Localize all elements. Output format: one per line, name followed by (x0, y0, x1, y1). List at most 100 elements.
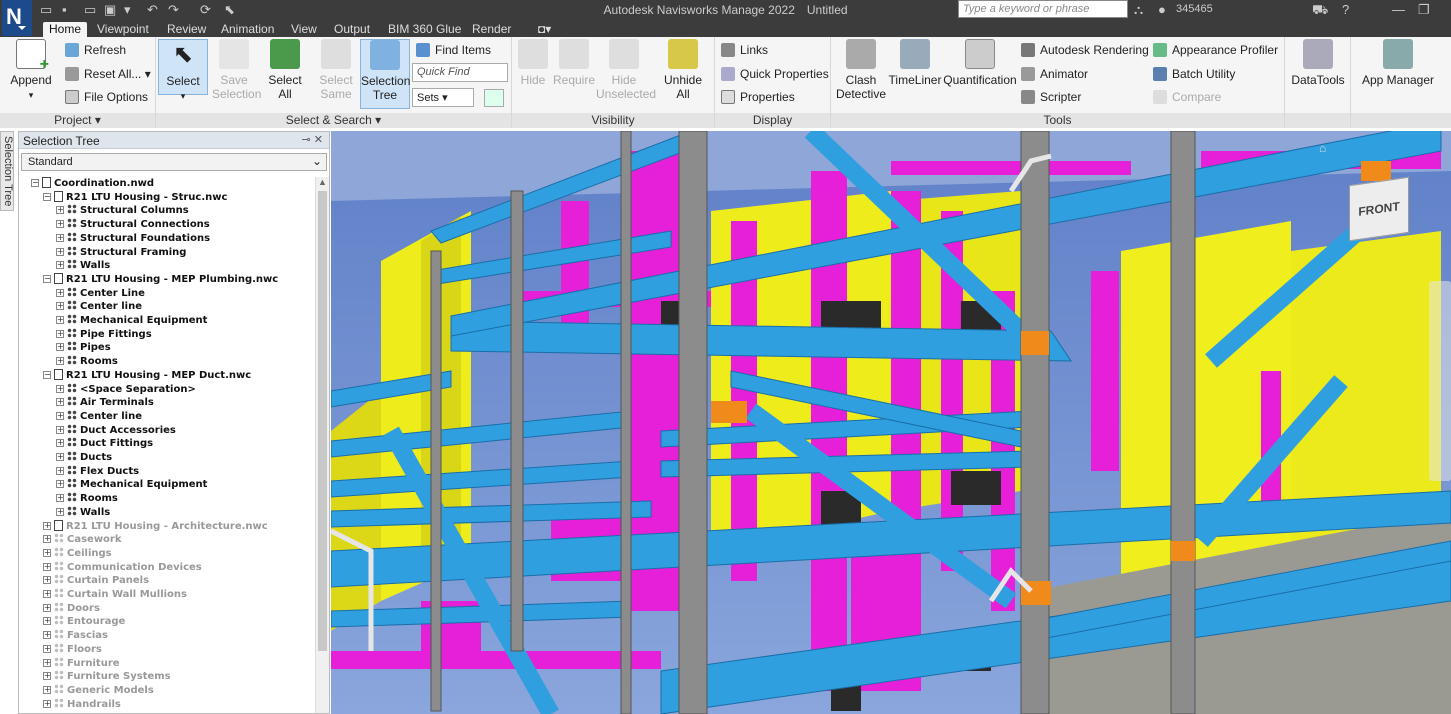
reset-all-button[interactable]: Reset All... ▾ (65, 67, 151, 81)
unhide-all-button[interactable]: Unhide All (658, 39, 708, 101)
tree-layer-item[interactable]: + Structural Framing (56, 245, 186, 260)
tab-review[interactable]: Review (161, 22, 212, 37)
expand-icon[interactable]: + (56, 302, 64, 311)
app-menu-button[interactable]: N (2, 0, 32, 36)
options-icon[interactable]: ▾ (124, 2, 131, 18)
navigation-bar[interactable] (1429, 281, 1451, 481)
expand-icon[interactable]: + (43, 631, 51, 640)
tab-home[interactable]: Home (43, 22, 88, 37)
append-button[interactable]: + Append ▾ (6, 39, 56, 102)
timeliner-button[interactable]: TimeLiner (887, 39, 943, 87)
tab-viewpoint[interactable]: Viewpoint (91, 22, 155, 37)
expand-icon[interactable]: + (43, 590, 51, 598)
tree-layer-item[interactable]: + Fascias (43, 629, 108, 643)
save-icon[interactable]: ▪ (62, 2, 67, 17)
select-button[interactable]: ⬉ Select ▾ (158, 39, 208, 101)
refresh-icon[interactable]: ⟳ (200, 2, 211, 18)
sets-dropdown[interactable]: Sets ▾ (412, 88, 474, 107)
user-id[interactable]: 345465 (1176, 3, 1213, 15)
tree-layer-item[interactable]: + Furniture (43, 656, 120, 671)
scroll-thumb[interactable] (318, 191, 327, 651)
expand-icon[interactable]: + (43, 644, 51, 653)
scroll-up-icon[interactable]: ▲ (318, 177, 327, 187)
require-button[interactable]: Require (552, 39, 596, 87)
expand-icon[interactable]: + (56, 220, 64, 229)
tree-layer-item[interactable]: + Mechanical Equipment (56, 478, 207, 492)
collapse-icon[interactable]: − (43, 274, 51, 283)
compare-button[interactable]: Compare (1153, 90, 1221, 104)
tree-layer-item[interactable]: + Structural Foundations (56, 231, 210, 246)
tree-layer-item[interactable]: + Duct Fittings (56, 437, 153, 451)
tree-layer-item[interactable]: + Center line (56, 409, 142, 424)
minimize-icon[interactable]: — (1392, 2, 1405, 17)
viewcube[interactable]: FRONT (1349, 176, 1409, 242)
expand-icon[interactable]: + (56, 261, 64, 270)
scripter-button[interactable]: Scripter (1021, 90, 1081, 104)
tree-layer-item[interactable]: + Floors (43, 642, 102, 657)
tree-layer-item[interactable]: + Curtain Panels (43, 574, 149, 588)
redo-icon[interactable]: ↷ (168, 2, 179, 18)
expand-icon[interactable]: + (56, 439, 64, 448)
selection-tree-side-tab[interactable]: Selection Tree (0, 131, 14, 211)
tree-layer-item[interactable]: + Rooms (56, 492, 118, 506)
help-search-input[interactable]: Type a keyword or phrase (958, 0, 1128, 18)
tree-layer-item[interactable]: + Casework (43, 533, 122, 547)
3d-viewport[interactable]: ⌂ FRONT (331, 131, 1451, 714)
expand-icon[interactable]: + (56, 247, 64, 256)
tree-layer-item[interactable]: + Ducts (56, 451, 112, 465)
panel-title-project[interactable]: Project ▾ (0, 113, 155, 128)
collapse-icon[interactable]: − (31, 179, 39, 187)
tree-layer-item[interactable]: + Walls (56, 259, 110, 273)
expand-icon[interactable]: + (56, 384, 64, 393)
tree-layer-item[interactable]: + Flex Ducts (56, 464, 139, 479)
manage-sets-icon[interactable] (484, 89, 504, 107)
expand-icon[interactable]: + (56, 316, 64, 324)
ribbon-options-icon[interactable]: ◘▾ (532, 22, 557, 37)
tree-layer-item[interactable]: + Handrails (43, 697, 121, 712)
tree-file-item[interactable]: − R21 LTU Housing - MEP Duct.nwc (43, 368, 251, 383)
expand-icon[interactable]: + (56, 494, 64, 503)
tree-layer-item[interactable]: + Ceilings (43, 546, 112, 561)
properties-button[interactable]: Properties (721, 90, 795, 104)
tree-layer-item[interactable]: + Curtain Wall Mullions (43, 588, 187, 602)
tree-layer-item[interactable]: + Communication Devices (43, 560, 202, 575)
undo-back-icon[interactable]: ▭ (84, 2, 96, 18)
undo-icon[interactable]: ↶ (147, 2, 158, 18)
expand-icon[interactable]: + (56, 233, 64, 242)
selection-tree-button[interactable]: Selection Tree (360, 39, 410, 109)
panel-title-select-search[interactable]: Select & Search ▾ (156, 113, 511, 128)
home-icon[interactable]: ⌂ (1319, 141, 1326, 155)
tab-output[interactable]: Output (328, 22, 376, 37)
user-icon[interactable]: ● (1158, 2, 1166, 17)
collapse-icon[interactable]: − (43, 192, 51, 201)
save-selection-button[interactable]: Save Selection (212, 39, 261, 101)
links-button[interactable]: Links (721, 43, 768, 57)
expand-icon[interactable]: + (56, 398, 64, 407)
expand-icon[interactable]: + (43, 576, 51, 585)
select-all-button[interactable]: Select All (260, 39, 310, 101)
tree-file-item[interactable]: − Coordination.nwd (31, 177, 154, 191)
tree-layer-item[interactable]: + Generic Models (43, 683, 154, 698)
tree-layer-item[interactable]: + Air Terminals (56, 396, 154, 410)
binoculars-icon[interactable]: ⛬ (1134, 2, 1143, 18)
select-same-button[interactable]: Select Same (314, 39, 358, 101)
tab-bim360-glue[interactable]: BIM 360 Glue (382, 22, 467, 37)
refresh-button[interactable]: Refresh (65, 43, 126, 57)
hide-button[interactable]: Hide (516, 39, 550, 87)
tree-layer-item[interactable]: + Rooms (56, 355, 118, 369)
tree-layer-item[interactable]: + Doors (43, 601, 100, 616)
expand-icon[interactable]: + (43, 617, 51, 626)
expand-icon[interactable]: + (56, 466, 64, 475)
open-icon[interactable]: ▭ (40, 2, 52, 18)
quick-properties-button[interactable]: Quick Properties (721, 67, 829, 81)
expand-icon[interactable]: + (43, 535, 51, 544)
expand-icon[interactable]: + (43, 603, 51, 612)
expand-icon[interactable]: + (56, 206, 64, 215)
tree-layer-item[interactable]: + Center Line (56, 286, 145, 301)
print-icon[interactable]: ▣ (104, 2, 116, 18)
expand-icon[interactable]: + (56, 411, 64, 420)
tree-layer-item[interactable]: + Structural Connections (56, 218, 210, 232)
tree-layer-item[interactable]: + Pipe Fittings (56, 327, 152, 342)
cart-icon[interactable]: ⛟ (1312, 2, 1328, 20)
animator-button[interactable]: Animator (1021, 67, 1088, 81)
